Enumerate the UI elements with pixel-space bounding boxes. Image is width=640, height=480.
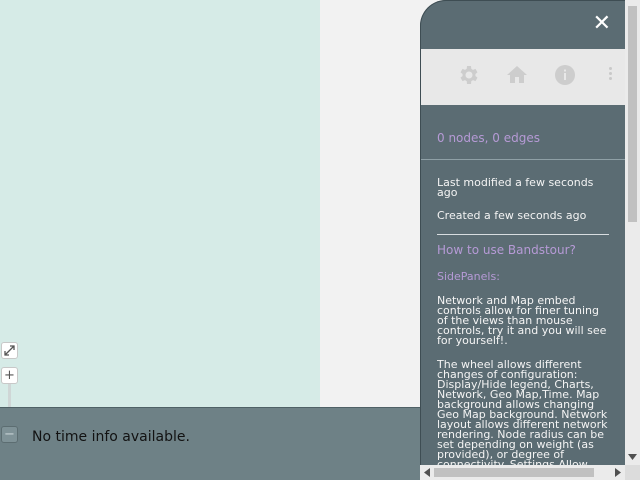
more-vert-icon[interactable] (609, 65, 615, 87)
divider (437, 234, 609, 235)
expand-icon[interactable] (1, 342, 18, 359)
gear-icon[interactable] (456, 63, 480, 87)
help-paragraph: The wheel allows different changes of co… (437, 360, 608, 465)
home-icon[interactable] (505, 63, 529, 87)
side-panel-toolbar (420, 49, 640, 105)
scroll-left-icon[interactable] (423, 468, 431, 477)
close-icon[interactable]: ✕ (593, 12, 611, 36)
horizontal-scrollbar[interactable] (420, 465, 625, 480)
vertical-scrollbar[interactable] (625, 0, 640, 465)
sidepanels-heading: SidePanels: (437, 270, 500, 283)
side-panel: ✕ 0 nodes, 0 edges Last modified a few s… (420, 0, 640, 480)
last-modified: Last modified a few seconds ago (437, 176, 594, 199)
scrollbar-corner (625, 465, 640, 480)
scroll-right-icon[interactable] (614, 468, 622, 477)
help-paragraph: Network and Map embed controls allow for… (437, 294, 607, 347)
zoom-in-button[interactable]: + (1, 367, 18, 384)
scroll-thumb[interactable] (434, 468, 594, 477)
scroll-thumb[interactable] (628, 6, 637, 222)
scroll-down-icon[interactable] (628, 453, 637, 461)
graph-counts: 0 nodes, 0 edges (437, 131, 540, 145)
time-info-message: No time info available. (32, 429, 190, 445)
how-to-link[interactable]: How to use Bandstour? (437, 243, 576, 257)
created-time: Created a few seconds ago (437, 209, 587, 222)
zoom-out-button[interactable]: − (1, 426, 18, 443)
info-icon[interactable] (553, 63, 577, 87)
divider (420, 159, 625, 160)
